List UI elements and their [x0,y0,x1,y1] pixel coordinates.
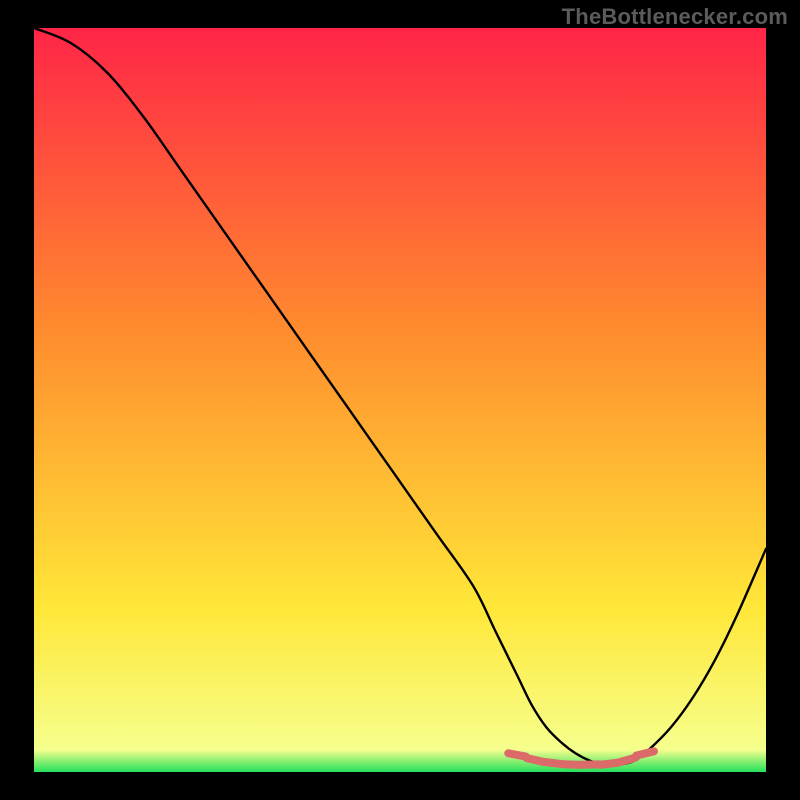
gradient-background [34,28,766,772]
plot-area [34,28,766,772]
marker-dash [636,751,654,755]
attribution-label: TheBottlenecker.com [562,4,788,30]
marker-dash [618,758,635,763]
chart-svg [34,28,766,772]
chart-stage: TheBottlenecker.com [0,0,800,800]
